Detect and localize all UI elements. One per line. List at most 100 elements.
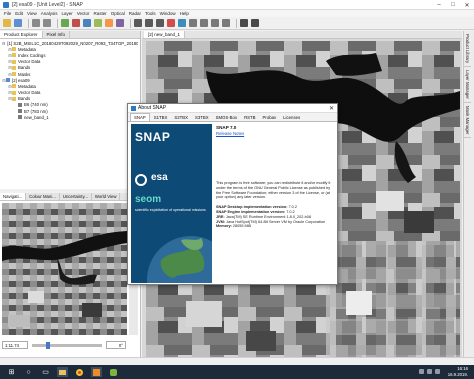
- undo-icon[interactable]: [32, 19, 40, 27]
- rotation-field[interactable]: 0°: [106, 341, 126, 349]
- folder-icon: [12, 96, 16, 101]
- impl-value: 7.0.2: [286, 209, 295, 214]
- volume-icon[interactable]: [427, 369, 432, 374]
- network-icon[interactable]: [419, 369, 424, 374]
- save-product-icon[interactable]: [14, 19, 22, 27]
- windows-taskbar: ⊞ ○ ▭ 16:16 16.9.2019.: [0, 365, 474, 379]
- draw-polygon-icon[interactable]: [200, 19, 208, 27]
- tab-mask-manager[interactable]: Mask Manager: [464, 103, 471, 139]
- draw-rectangle-icon[interactable]: [211, 19, 219, 27]
- taskbar-clock[interactable]: 16:16 16.9.2019.: [448, 366, 468, 377]
- menu-radar[interactable]: Radar: [129, 11, 141, 16]
- draw-line-icon[interactable]: [189, 19, 197, 27]
- task-view-icon[interactable]: ▭: [40, 367, 51, 377]
- windows-start-icon[interactable]: ⊞: [6, 367, 17, 377]
- tab-colour-manipulation[interactable]: Colour Mani...: [26, 193, 60, 200]
- snap-taskbar-icon[interactable]: [91, 367, 102, 377]
- close-button[interactable]: ✕: [460, 0, 474, 10]
- menu-window[interactable]: Window: [160, 11, 176, 16]
- maximize-button[interactable]: □: [446, 0, 460, 10]
- release-notes-link[interactable]: Release Notes: [216, 131, 334, 136]
- tab-new-band-1[interactable]: [2] new_band_1: [144, 31, 186, 38]
- menu-file[interactable]: File: [4, 11, 11, 16]
- statistics-icon[interactable]: [105, 19, 113, 27]
- tab-product-explorer[interactable]: Product Explorer: [0, 31, 43, 38]
- license-text: This program is free software; you can r…: [216, 181, 331, 200]
- zoom-tool-icon[interactable]: [145, 19, 153, 27]
- band-maths-icon[interactable]: [61, 19, 69, 27]
- earth-globe-image: [131, 220, 212, 283]
- tab-pixel-info[interactable]: Pixel Info: [43, 31, 71, 38]
- band-icon: [18, 102, 22, 107]
- impl-key: JRE:: [216, 214, 225, 219]
- select-tool-icon[interactable]: [134, 19, 142, 27]
- clock-date: 16.9.2019.: [447, 371, 468, 377]
- window-controls: – □ ✕: [432, 0, 474, 10]
- menu-view[interactable]: View: [27, 11, 37, 16]
- tab-s2tbx[interactable]: S2TBX: [171, 114, 191, 121]
- product-icon: [6, 78, 10, 83]
- gcp-tool-icon[interactable]: [178, 19, 186, 27]
- zoom-field[interactable]: 1:11.74: [2, 341, 28, 349]
- tab-navigation[interactable]: Navigati...: [0, 193, 27, 200]
- tab-uncertainty[interactable]: Uncertainty...: [60, 193, 92, 200]
- sync-cursor-icon[interactable]: [251, 19, 259, 27]
- folder-icon: [12, 47, 16, 52]
- tree-item[interactable]: new_band_1: [2, 114, 138, 120]
- toolbar-separator: [57, 18, 58, 28]
- tree-item-label: Masks: [18, 71, 31, 77]
- window-title: [2] esa09 - [Unit Level2] - SNAP: [12, 1, 83, 8]
- zoom-slider[interactable]: [32, 341, 102, 349]
- histogram-icon[interactable]: [72, 19, 80, 27]
- draw-ellipse-icon[interactable]: [222, 19, 230, 27]
- search-icon[interactable]: ○: [23, 367, 34, 377]
- menu-vector[interactable]: Vector: [77, 11, 90, 16]
- tab-rstb[interactable]: RSTB: [241, 114, 258, 121]
- tree-toggle-icon[interactable]: ⊟: [2, 41, 5, 46]
- product-explorer-panel: Product Explorer Pixel Info ⊟ [1] S2B_MSI…: [0, 31, 141, 189]
- snap-app-icon: [3, 1, 9, 8]
- tab-snap[interactable]: SNAP: [130, 113, 150, 121]
- dialog-close-icon[interactable]: ✕: [329, 105, 334, 112]
- tab-licenses[interactable]: Licenses: [280, 114, 303, 121]
- esa-logo-icon: [135, 174, 147, 186]
- tree-item-label: Index Codings: [18, 52, 46, 58]
- snap-version: SNAP 7.0: [216, 125, 237, 130]
- menu-optical[interactable]: Optical: [111, 11, 125, 16]
- minimize-button[interactable]: –: [432, 0, 446, 10]
- redo-icon[interactable]: [43, 19, 51, 27]
- menu-help[interactable]: Help: [180, 11, 189, 16]
- profile-plot-icon[interactable]: [94, 19, 102, 27]
- qgis-icon[interactable]: [108, 367, 119, 377]
- folder-icon: [12, 53, 16, 58]
- sync-views-icon[interactable]: [240, 19, 248, 27]
- impl-key: JVM:: [216, 219, 226, 224]
- folder-icon: [12, 84, 16, 89]
- impl-value: 28055 MiB: [232, 224, 252, 229]
- tree-item[interactable]: ⊟ [1] S2B_MSIL1C_20180429T092029_N0207_R0…: [2, 40, 138, 46]
- chrome-icon[interactable]: [74, 367, 85, 377]
- menu-analysis[interactable]: Analysis: [41, 11, 58, 16]
- pin-tool-icon[interactable]: [167, 19, 175, 27]
- menu-layer[interactable]: Layer: [61, 11, 72, 16]
- scatter-plot-icon[interactable]: [83, 19, 91, 27]
- tab-world-view[interactable]: World View: [92, 193, 121, 200]
- keyboard-icon[interactable]: [435, 369, 440, 374]
- tab-product-library[interactable]: Product Library: [464, 31, 471, 68]
- tab-s1tbx[interactable]: S1TBX: [151, 114, 171, 121]
- tab-smos-box[interactable]: SMOS-Box: [213, 114, 241, 121]
- tab-s3tbx[interactable]: S3TBX: [192, 114, 212, 121]
- tab-probav[interactable]: Probav: [260, 114, 280, 121]
- navigation-thumbnail[interactable]: [2, 203, 127, 335]
- menu-edit[interactable]: Edit: [15, 11, 23, 16]
- title-bar: [2] esa09 - [Unit Level2] - SNAP – □ ✕: [0, 0, 474, 10]
- tab-layer-manager[interactable]: Layer Manager: [464, 67, 471, 104]
- zoom-slider-thumb[interactable]: [46, 341, 50, 349]
- file-explorer-icon[interactable]: [57, 367, 68, 377]
- spectrum-icon[interactable]: [116, 19, 124, 27]
- menu-raster[interactable]: Raster: [94, 11, 107, 16]
- pan-tool-icon[interactable]: [156, 19, 164, 27]
- menu-tools[interactable]: Tools: [145, 11, 156, 16]
- open-product-icon[interactable]: [3, 19, 11, 27]
- esa-logo: esa: [151, 172, 168, 183]
